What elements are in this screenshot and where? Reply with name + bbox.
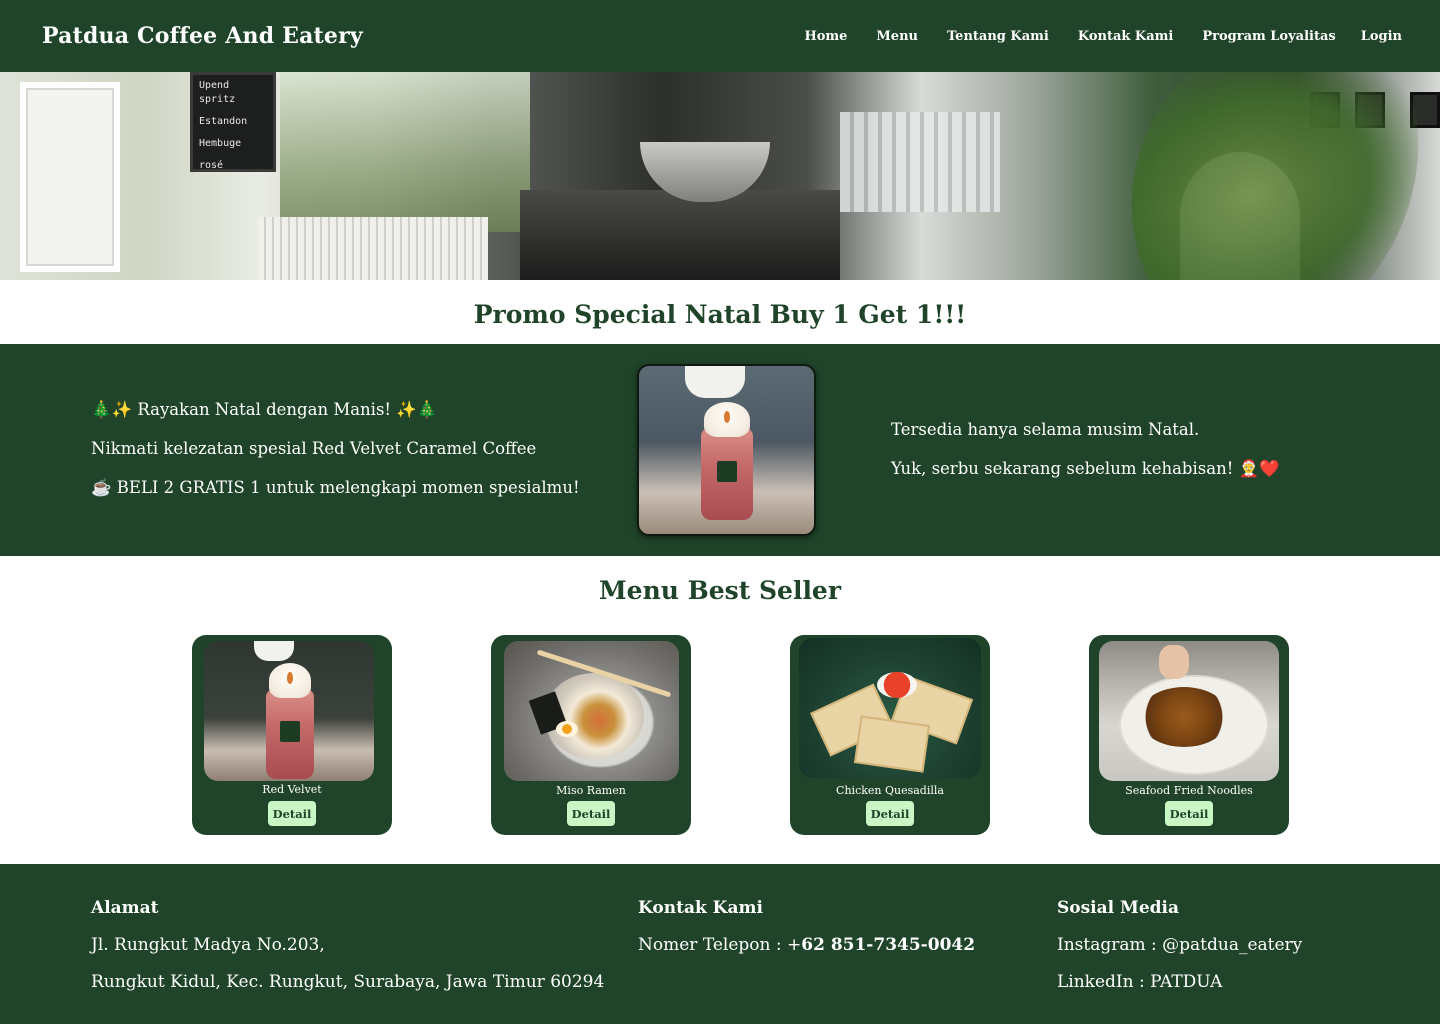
footer-address-line: Rungkut Kidul, Kec. Rungkut, Surabaya, J… (91, 972, 605, 992)
footer-address: Alamat Jl. Rungkut Madya No.203, Rungkut… (91, 898, 604, 1009)
nav-link-kontak-kami[interactable]: Kontak Kami (1078, 29, 1174, 44)
footer-social-heading: Sosial Media (1057, 898, 1180, 918)
promo-section: 🎄✨ Rayakan Natal dengan Manis! ✨🎄 Nikmat… (0, 344, 1440, 556)
seafood-fried-noodles-image (1099, 641, 1279, 781)
nav-link-home[interactable]: Home (804, 29, 847, 44)
red-velvet-image (204, 641, 374, 781)
menu-item-name: Miso Ramen (556, 784, 626, 797)
hero-cafe-interior-image: Upend spritz Estandon Hembuge rosé (0, 72, 1440, 280)
footer: Alamat Jl. Rungkut Madya No.203, Rungkut… (0, 864, 1440, 1024)
detail-button-chicken-quesadilla[interactable]: Detail (866, 801, 914, 826)
detail-button-miso-ramen[interactable]: Detail (567, 801, 615, 826)
menu-item-name: Red Velvet (262, 783, 322, 796)
footer-address-line: Jl. Rungkut Madya No.203, (91, 935, 325, 955)
menu-card-seafood-fried-noodles: Seafood Fried Noodles Detail (1089, 635, 1289, 835)
nav-link-menu[interactable]: Menu (876, 29, 918, 44)
promo-line: Tersedia hanya selama musim Natal. (891, 420, 1200, 439)
footer-contact-heading: Kontak Kami (638, 898, 763, 918)
promo-line: Nikmati kelezatan spesial Red Velvet Car… (91, 439, 537, 458)
chalkboard-line: Estandon (199, 116, 248, 127)
menu-item-name: Seafood Fried Noodles (1125, 784, 1253, 797)
nav-menu: Home Menu Tentang Kami Kontak Kami Progr… (804, 29, 1402, 44)
phone-number[interactable]: 62 851-7345-0042 (801, 935, 975, 955)
footer-phone: Nomer Telepon : +62 851-7345-0042 (638, 935, 975, 955)
menu-card-red-velvet: Red Velvet Detail (192, 635, 392, 835)
footer-contact: Kontak Kami Nomer Telepon : +62 851-7345… (638, 898, 975, 972)
footer-address-heading: Alamat (91, 898, 159, 918)
menu-card-miso-ramen: Miso Ramen Detail (491, 635, 691, 835)
chicken-quesadilla-image (799, 638, 981, 778)
hero-plant-leaf (1071, 72, 1440, 280)
brand-title[interactable]: Patdua Coffee And Eatery (42, 23, 363, 49)
hero-bar-counter (520, 190, 840, 280)
footer-instagram[interactable]: Instagram : @patdua_eatery (1057, 935, 1302, 955)
menu-card-chicken-quesadilla: Chicken Quesadilla Detail (790, 635, 990, 835)
nav-link-program-loyalitas[interactable]: Program Loyalitas (1202, 29, 1335, 44)
detail-button-red-velvet[interactable]: Detail (268, 801, 316, 826)
promo-line: Yuk, serbu sekarang sebelum kehabisan! 🤶… (891, 459, 1280, 478)
nav-link-login[interactable]: Login (1361, 29, 1402, 44)
promo-title: Promo Special Natal Buy 1 Get 1!!! (473, 300, 967, 329)
hero-radiator (258, 217, 488, 280)
chalkboard-line: rosé (199, 160, 224, 171)
footer-social: Sosial Media Instagram : @patdua_eatery … (1057, 898, 1302, 1009)
best-seller-title: Menu Best Seller (598, 576, 842, 605)
footer-linkedin[interactable]: LinkedIn : PATDUA (1057, 972, 1302, 992)
hero-window (20, 82, 120, 272)
whipped-cream-bottle (685, 366, 745, 398)
promo-line: 🎄✨ Rayakan Natal dengan Manis! ✨🎄 (91, 400, 438, 419)
promo-line: ☕ BELI 2 GRATIS 1 untuk melengkapi momen… (91, 478, 580, 497)
detail-button-seafood-fried-noodles[interactable]: Detail (1165, 801, 1213, 826)
phone-label: Nomer Telepon : + (638, 935, 802, 955)
promo-right-text: Tersedia hanya selama musim Natal. Yuk, … (891, 420, 1280, 498)
chalkboard-line: Upend spritz (199, 80, 236, 105)
hero-glass-shelf (840, 112, 1000, 212)
top-navbar: Patdua Coffee And Eatery Home Menu Tenta… (0, 0, 1440, 72)
hero-window-plants (280, 72, 530, 232)
chalkboard-line: Hembuge (199, 138, 242, 149)
hero-chalkboard: Upend spritz Estandon Hembuge rosé (190, 72, 276, 172)
nav-link-tentang-kami[interactable]: Tentang Kami (947, 29, 1049, 44)
red-velvet-drink-illustration (701, 402, 753, 520)
menu-item-name: Chicken Quesadilla (836, 784, 944, 797)
promo-drink-image (637, 364, 816, 536)
promo-left-text: 🎄✨ Rayakan Natal dengan Manis! ✨🎄 Nikmat… (91, 400, 580, 517)
miso-ramen-image (504, 641, 679, 781)
